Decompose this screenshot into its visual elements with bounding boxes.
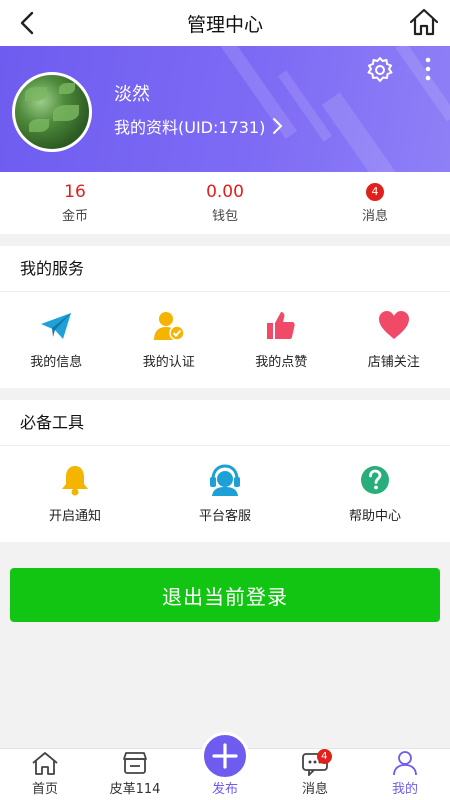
- stats-bar: 16 金币 0.00 钱包 4 消息: [0, 172, 450, 234]
- services-grid: 我的信息 我的认证 我的点赞 店铺关注: [0, 292, 450, 387]
- tab-home[interactable]: 首页: [0, 749, 90, 800]
- publish-button[interactable]: [201, 732, 249, 780]
- services-section: 我的服务 我的信息 我的认证 我的点赞 店铺关注: [0, 246, 450, 388]
- messages-badge-wrap: 4: [366, 182, 384, 202]
- question-icon: [361, 466, 389, 494]
- tool-label: 帮助中心: [348, 509, 401, 524]
- tab-messages-badge: 4: [316, 749, 332, 764]
- tab-label: 我的: [391, 782, 418, 797]
- profile-link-label: 我的资料(UID:1731): [114, 118, 266, 137]
- tool-label: 平台客服: [198, 509, 251, 524]
- stat-coins[interactable]: 16 金币: [0, 172, 150, 234]
- wallet-label: 钱包: [211, 209, 238, 224]
- service-label: 我的信息: [30, 355, 83, 370]
- profile-banner: 淡然 我的资料(UID:1731): [0, 46, 450, 172]
- heart-icon: [378, 311, 409, 339]
- user-name: 淡然: [114, 84, 150, 105]
- tool-help-center[interactable]: 帮助中心: [300, 446, 450, 541]
- wallet-value: 0.00: [206, 182, 244, 202]
- tab-leather114[interactable]: 皮革114: [90, 749, 180, 800]
- service-label: 店铺关注: [367, 355, 420, 370]
- avatar[interactable]: [12, 72, 92, 152]
- bell-icon: [62, 466, 88, 496]
- tab-mine[interactable]: 我的: [360, 749, 450, 800]
- avatar-leaf: [53, 105, 79, 121]
- tools-title: 必备工具: [0, 400, 450, 446]
- back-arrow-icon[interactable]: [14, 9, 42, 37]
- top-bar: 管理中心: [0, 0, 450, 46]
- tab-label: 消息: [301, 782, 328, 797]
- more-vertical-icon[interactable]: [422, 56, 434, 82]
- tool-enable-notifications[interactable]: 开启通知: [0, 446, 150, 541]
- service-my-info[interactable]: 我的信息: [0, 292, 113, 387]
- tool-customer-service[interactable]: 平台客服: [150, 446, 300, 541]
- service-store-follow[interactable]: 店铺关注: [338, 292, 450, 387]
- tool-label: 开启通知: [48, 509, 101, 524]
- plus-icon: [212, 743, 238, 769]
- home-icon[interactable]: [408, 6, 440, 38]
- tools-grid: 开启通知 平台客服 帮助中心: [0, 446, 450, 541]
- avatar-leaf: [29, 119, 49, 132]
- gear-icon[interactable]: [366, 56, 394, 84]
- service-label: 我的认证: [142, 355, 195, 370]
- tab-label: 首页: [31, 782, 58, 797]
- user-icon: [393, 751, 417, 776]
- service-my-likes[interactable]: 我的点赞: [225, 292, 338, 387]
- coins-label: 金币: [61, 209, 88, 224]
- paper-plane-icon: [41, 313, 72, 339]
- messages-badge: 4: [366, 183, 384, 201]
- page-title: 管理中心: [186, 13, 263, 36]
- coins-value: 16: [64, 182, 86, 202]
- tab-label: 皮革114: [109, 782, 161, 797]
- logout-button[interactable]: 退出当前登录: [10, 568, 440, 622]
- stat-wallet[interactable]: 0.00 钱包: [150, 172, 300, 234]
- tools-section: 必备工具 开启通知 平台客服 帮助中心: [0, 400, 450, 542]
- tab-label: 发布: [211, 782, 238, 797]
- verified-user-icon: [153, 312, 185, 341]
- store-icon: [123, 752, 147, 774]
- decor-streak: [321, 92, 421, 172]
- services-title: 我的服务: [0, 246, 450, 292]
- home-icon: [32, 752, 58, 775]
- tab-messages[interactable]: 4 消息: [270, 749, 360, 800]
- thumbs-up-icon: [267, 312, 295, 339]
- stat-messages[interactable]: 4 消息: [300, 172, 450, 234]
- service-label: 我的点赞: [255, 355, 308, 370]
- service-my-certification[interactable]: 我的认证: [113, 292, 226, 387]
- headset-icon: [210, 464, 240, 496]
- chevron-right-icon: [273, 118, 283, 134]
- avatar-leaf: [59, 83, 75, 94]
- profile-link[interactable]: 我的资料(UID:1731): [114, 114, 283, 138]
- avatar-leaf: [25, 87, 47, 101]
- messages-label: 消息: [361, 209, 388, 224]
